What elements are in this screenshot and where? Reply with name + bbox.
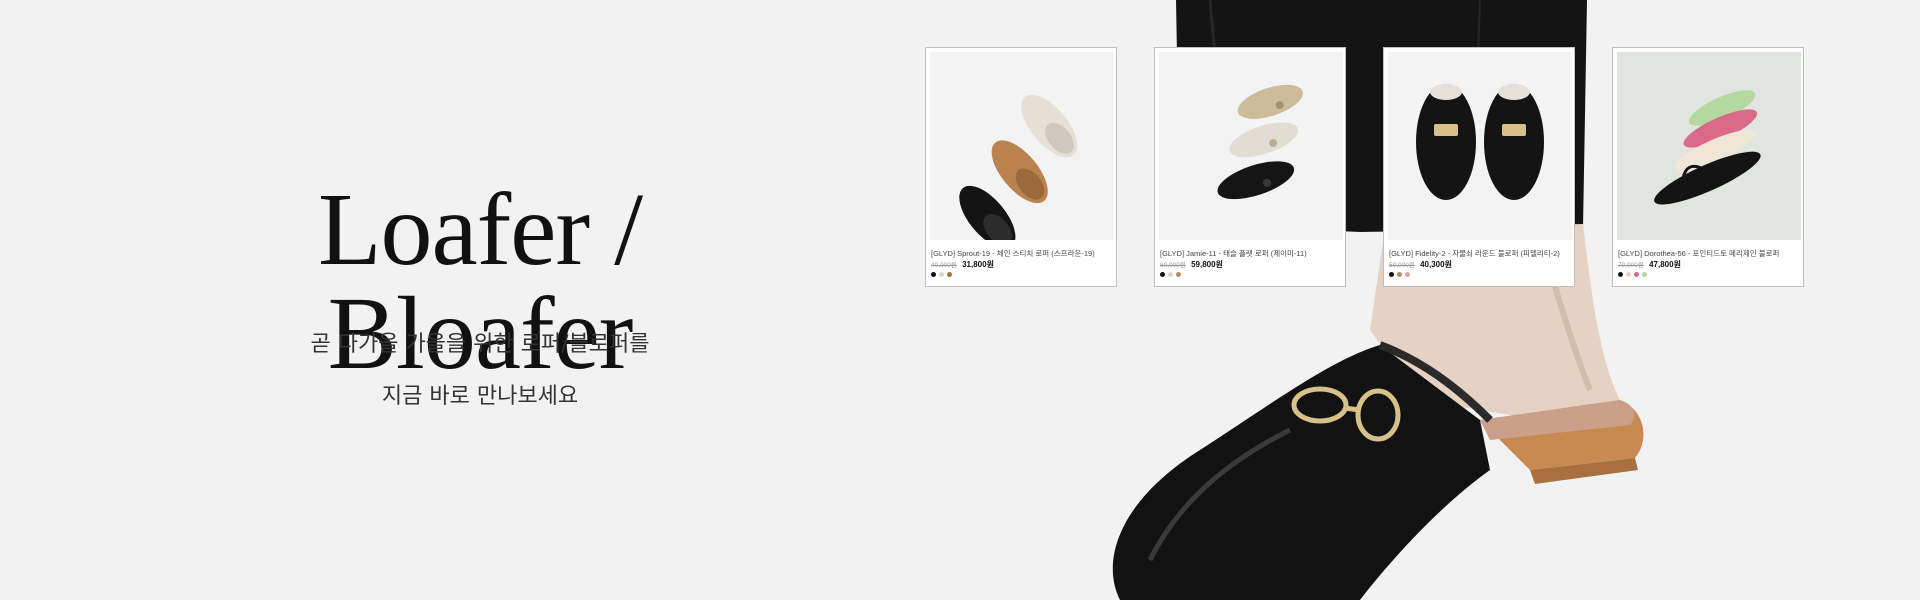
subtitle-line-1: 곧 다가올 가을을 위한 로퍼/블로퍼를 <box>310 332 650 357</box>
color-swatch <box>1168 272 1173 277</box>
product-name[interactable]: [GLYD] Fidelity-2 - 자물쇠 라운드 블로퍼 (피델리티-2) <box>1389 248 1571 259</box>
color-swatch <box>1397 272 1402 277</box>
color-swatches <box>1389 272 1410 277</box>
color-swatch <box>1405 272 1410 277</box>
color-swatch <box>939 272 944 277</box>
product-name[interactable]: [GLYD] Sprout-19 - 체인 스티치 로퍼 (스프라운-19) <box>931 248 1113 259</box>
price-row: 70,000원 47,800원 <box>1618 259 1681 270</box>
original-price: 80,000원 <box>1160 262 1186 269</box>
product-image[interactable] <box>1159 52 1343 240</box>
sale-price: 40,300원 <box>1420 260 1452 269</box>
subtitle-line-2: 지금 바로 만나보세요 <box>381 384 579 409</box>
product-card[interactable]: [GLYD] Fidelity-2 - 자물쇠 라운드 블로퍼 (피델리티-2)… <box>1383 47 1575 287</box>
color-swatch <box>1176 272 1181 277</box>
color-swatches <box>931 272 952 277</box>
color-swatch <box>947 272 952 277</box>
color-swatch <box>931 272 936 277</box>
sale-price: 59,800원 <box>1191 260 1223 269</box>
product-name[interactable]: [GLYD] Jamie-11 - 태슬 플랫 로퍼 (제이미-11) <box>1160 248 1342 259</box>
price-row: 40,000원 31,800원 <box>931 259 994 270</box>
product-card[interactable]: [GLYD] Sprout-19 - 체인 스티치 로퍼 (스프라운-19) 4… <box>925 47 1117 287</box>
original-price: 70,000원 <box>1618 262 1644 269</box>
product-name[interactable]: [GLYD] Dorothea-56 - 포인티드토 메리제인 블로퍼 <box>1618 248 1800 259</box>
product-image[interactable] <box>930 52 1114 240</box>
color-swatch <box>1160 272 1165 277</box>
original-price: 50,000원 <box>1389 262 1415 269</box>
color-swatches <box>1160 272 1181 277</box>
color-swatch <box>1642 272 1647 277</box>
product-image[interactable] <box>1388 52 1572 240</box>
color-swatch <box>1634 272 1639 277</box>
product-image[interactable] <box>1617 52 1801 240</box>
color-swatch <box>1626 272 1631 277</box>
color-swatch <box>1389 272 1394 277</box>
price-row: 80,000원 59,800원 <box>1160 259 1223 270</box>
color-swatch <box>1618 272 1623 277</box>
product-card[interactable]: [GLYD] Jamie-11 - 태슬 플랫 로퍼 (제이미-11) 80,0… <box>1154 47 1346 287</box>
sale-price: 31,800원 <box>962 260 994 269</box>
sale-price: 47,800원 <box>1649 260 1681 269</box>
original-price: 40,000원 <box>931 262 957 269</box>
product-card[interactable]: [GLYD] Dorothea-56 - 포인티드토 메리제인 블로퍼 70,0… <box>1612 47 1804 287</box>
price-row: 50,000원 40,300원 <box>1389 259 1452 270</box>
color-swatches <box>1618 272 1647 277</box>
